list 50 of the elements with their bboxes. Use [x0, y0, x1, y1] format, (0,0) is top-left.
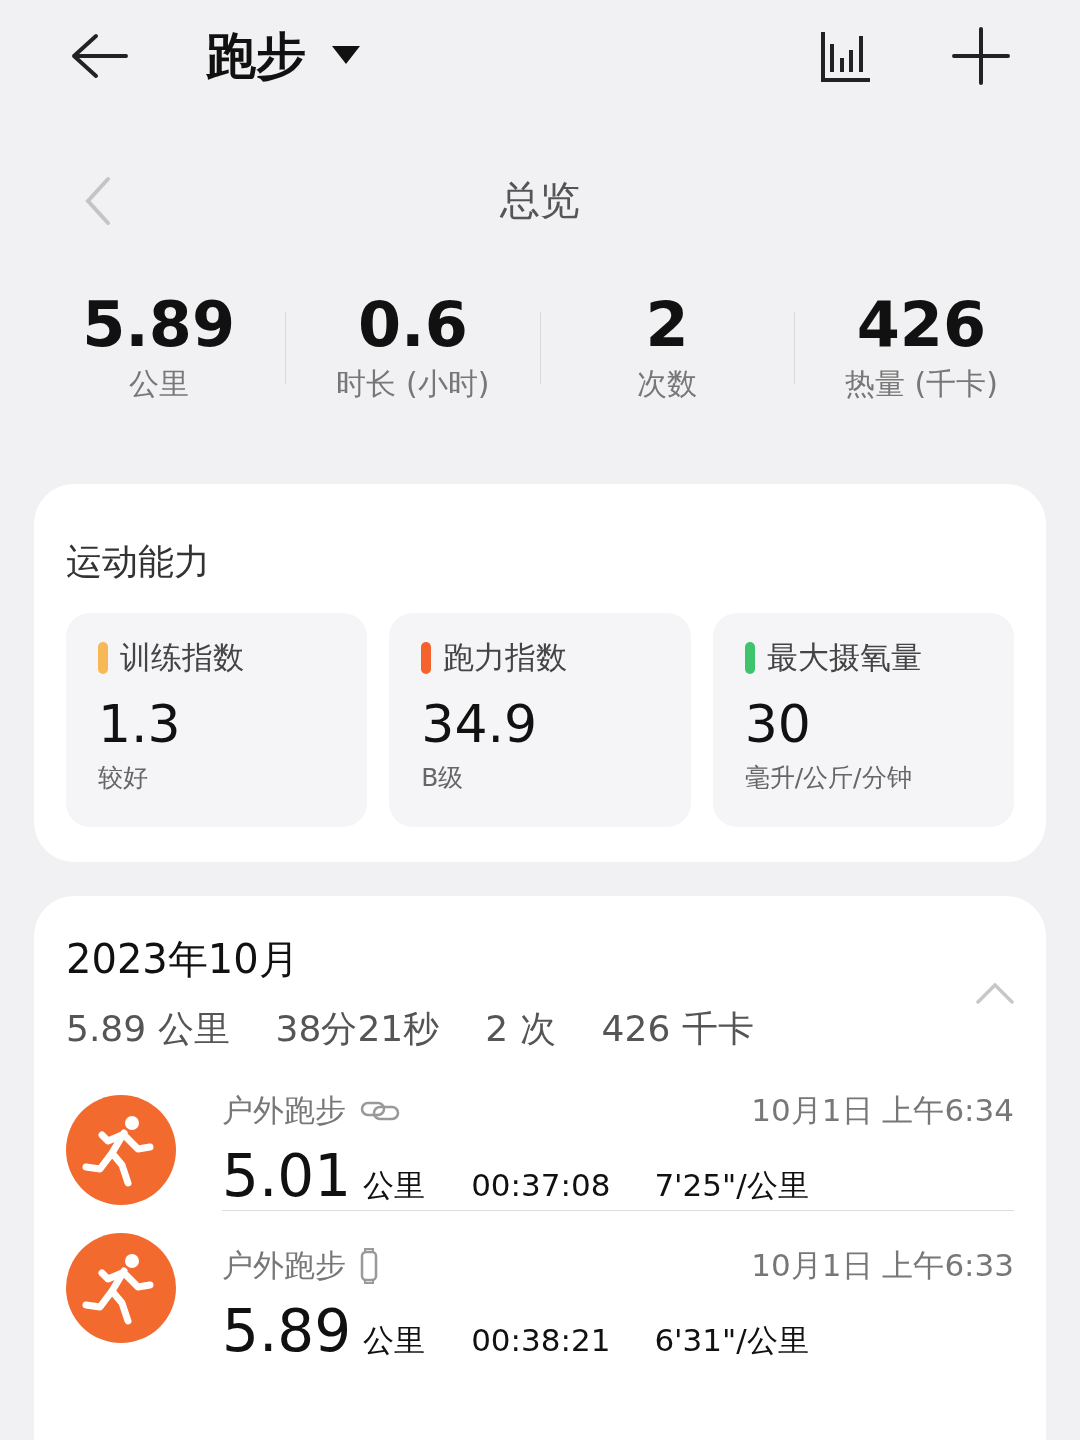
runner-icon: [66, 1232, 176, 1343]
runner-icon: [66, 1095, 176, 1205]
overview-title: 总览: [500, 175, 580, 225]
activity-name: 户外跑步: [222, 1091, 346, 1130]
activity-pace: 6'31"/公里: [654, 1321, 809, 1360]
stat-label: 次数: [637, 364, 698, 403]
metric-note: B级: [421, 762, 465, 795]
section-title: 运动能力: [66, 540, 211, 584]
summary-item: 2 次: [485, 1007, 556, 1051]
activity-pace: 7'25"/公里: [654, 1166, 809, 1205]
metric-tile[interactable]: 最大摄氧量 30 毫升/公斤/分钟: [712, 613, 1014, 827]
activity-duration: 00:37:08: [471, 1167, 611, 1203]
summary-item: 426 千卡: [601, 1007, 754, 1051]
activity-time: 10月1日 上午6:33: [751, 1246, 1014, 1285]
add-icon[interactable]: [952, 27, 1010, 85]
activity-duration: 00:38:21: [471, 1322, 611, 1358]
stat-label: 公里: [128, 364, 189, 403]
band-icon: [360, 1248, 378, 1284]
distance-unit: 公里: [363, 1321, 426, 1360]
distance-unit: 公里: [363, 1166, 426, 1205]
activity-distance: 5.89: [222, 1297, 352, 1365]
metric-label: 最大摄氧量: [766, 638, 922, 677]
stat-value: 2: [645, 291, 689, 360]
dropdown-icon[interactable]: [332, 46, 360, 66]
activity-name: 户外跑步: [222, 1246, 346, 1285]
activity-distance: 5.01: [222, 1142, 352, 1210]
metric-tile[interactable]: 跑力指数 34.9 B级: [389, 613, 691, 827]
stat-value: 426: [856, 291, 987, 360]
summary-item: 5.89 公里: [66, 1007, 230, 1051]
activity-time: 10月1日 上午6:34: [751, 1091, 1014, 1130]
stat-value: 0.6: [357, 291, 468, 360]
link-icon: [360, 1101, 400, 1121]
stat-label: 时长 (小时): [336, 364, 490, 403]
metric-note: 毫升/公斤/分钟: [744, 762, 913, 795]
metric-note: 较好: [98, 762, 149, 795]
back-icon[interactable]: [70, 33, 128, 79]
activity-row[interactable]: 户外跑步 10月1日 上午6:33 5.89 公里 00:38:21 6'31"/公里: [66, 1210, 1014, 1365]
month-title: 2023年10月: [66, 935, 300, 984]
activity-row[interactable]: 户外跑步 10月1日 上午6:34 5.01 公里 00:37:08 7'25"/公里: [66, 1090, 1014, 1210]
sport-title[interactable]: 跑步: [206, 22, 306, 90]
metric-label: 跑力指数: [443, 638, 568, 677]
summary-item: 38分21秒: [275, 1007, 440, 1051]
metric-label: 训练指数: [120, 638, 244, 677]
metric-value: 30: [744, 693, 812, 756]
bar-chart-icon[interactable]: [820, 30, 872, 82]
stat-value: 5.89: [82, 291, 236, 360]
metric-tile[interactable]: 训练指数 1.3 较好: [66, 613, 368, 827]
metric-value: 1.3: [98, 693, 182, 756]
stat-label: 热量 (千卡): [844, 364, 998, 403]
metric-value: 34.9: [421, 693, 539, 756]
